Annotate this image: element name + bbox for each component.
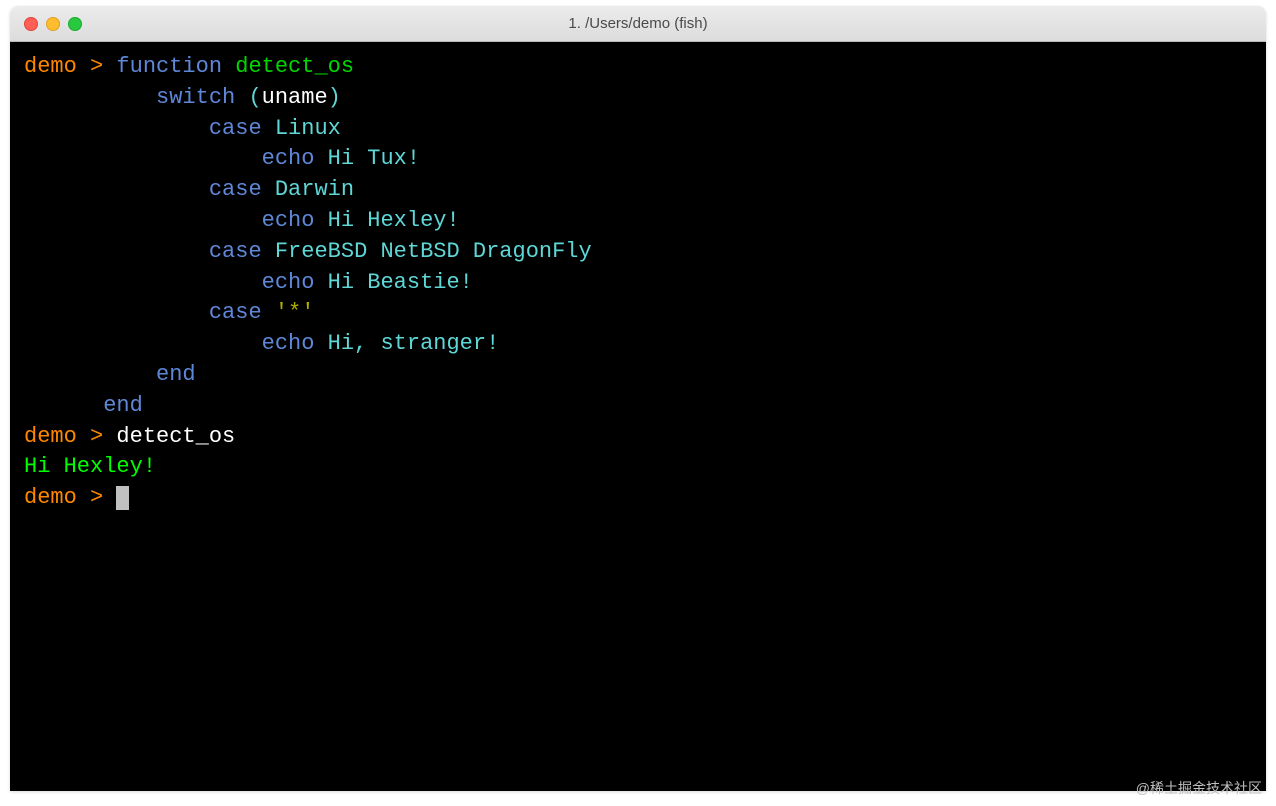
keyword-echo: echo: [262, 208, 315, 233]
paren-close: ): [328, 85, 341, 110]
prompt-user: demo: [24, 485, 77, 510]
case-arg-star: '*': [275, 300, 315, 325]
paren-open: (: [248, 85, 261, 110]
echo-text: Hi Beastie!: [328, 270, 473, 295]
keyword-case: case: [209, 239, 262, 264]
keyword-echo: echo: [262, 146, 315, 171]
keyword-case: case: [209, 116, 262, 141]
case-arg-bsd: FreeBSD NetBSD DragonFly: [275, 239, 592, 264]
cmd-uname: uname: [262, 85, 328, 110]
keyword-switch: switch: [156, 85, 235, 110]
case-arg-linux: Linux: [275, 116, 341, 141]
keyword-case: case: [209, 177, 262, 202]
titlebar[interactable]: 1. /Users/demo (fish): [10, 6, 1266, 42]
prompt-symbol: >: [77, 424, 117, 449]
terminal-body[interactable]: demo > function detect_os switch (uname)…: [10, 42, 1266, 791]
traffic-lights: [10, 17, 82, 31]
echo-text: Hi, stranger!: [328, 331, 500, 356]
prompt-user: demo: [24, 54, 77, 79]
echo-text: Hi Tux!: [328, 146, 420, 171]
prompt-symbol: >: [77, 54, 117, 79]
echo-text: Hi Hexley!: [328, 208, 460, 233]
keyword-end: end: [156, 362, 196, 387]
keyword-function: function: [116, 54, 222, 79]
close-icon[interactable]: [24, 17, 38, 31]
keyword-echo: echo: [262, 270, 315, 295]
window-title: 1. /Users/demo (fish): [568, 15, 707, 32]
function-name: detect_os: [235, 54, 354, 79]
keyword-end: end: [103, 393, 143, 418]
watermark: @稀土掘金技术社区: [1136, 778, 1262, 798]
prompt-symbol: >: [77, 485, 117, 510]
command-invocation: detect_os: [116, 424, 235, 449]
terminal-window: 1. /Users/demo (fish) demo > function de…: [10, 6, 1266, 791]
maximize-icon[interactable]: [68, 17, 82, 31]
minimize-icon[interactable]: [46, 17, 60, 31]
prompt-user: demo: [24, 424, 77, 449]
case-arg-darwin: Darwin: [275, 177, 354, 202]
keyword-echo: echo: [262, 331, 315, 356]
keyword-case: case: [209, 300, 262, 325]
cursor[interactable]: [116, 486, 129, 510]
command-output: Hi Hexley!: [24, 454, 156, 479]
